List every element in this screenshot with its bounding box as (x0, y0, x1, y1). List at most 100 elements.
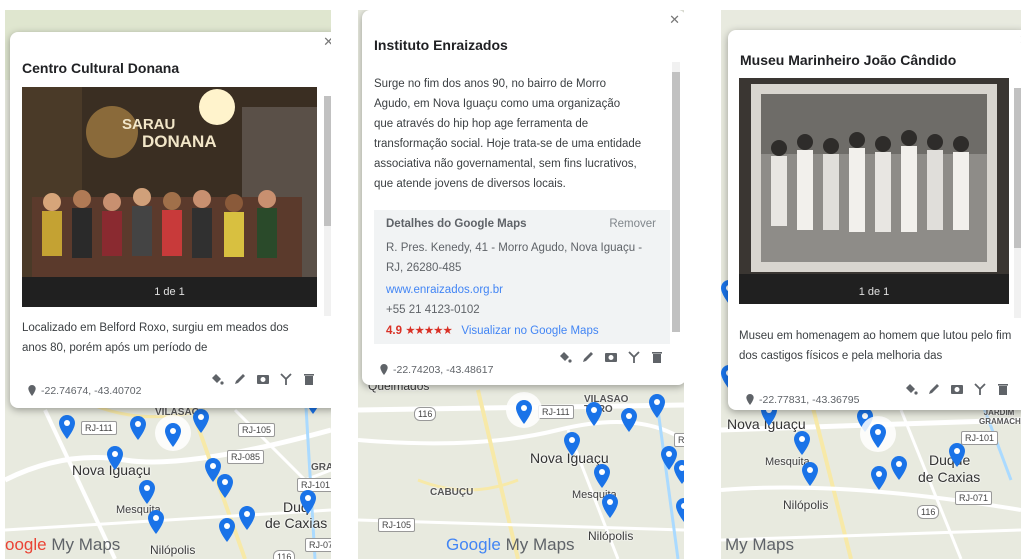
scrollbar-thumb[interactable] (1014, 88, 1021, 248)
place-photo[interactable]: SARAU DONANA 1 de 1 (22, 87, 317, 307)
map-marker-icon[interactable] (148, 510, 164, 534)
address-line-1: R. Pres. Kenedy, 41 - Morro Agudo, Nova … (386, 242, 643, 254)
road-badge: 116 (917, 505, 940, 519)
place-description: Museu em homenagem ao homem que lutou pe… (739, 330, 1012, 362)
road-badge: RJ- (674, 433, 684, 447)
paint-bucket-icon[interactable] (904, 382, 918, 396)
location-pin-icon (746, 394, 754, 408)
map-label-nilopolis: Nilópolis (588, 529, 634, 543)
scrollbar-thumb[interactable] (324, 96, 331, 226)
trash-icon[interactable] (650, 350, 664, 364)
map-marker-icon[interactable] (891, 456, 907, 480)
star-rating-icon: ★★★★★ (405, 325, 453, 337)
map-marker-icon[interactable] (649, 394, 665, 418)
info-card: ✕ Centro Cultural Donana SARAU DONANA 1 … (10, 32, 331, 408)
view-on-google-maps-link[interactable]: Visualizar no Google Maps (461, 325, 598, 337)
svg-text:DONANA: DONANA (142, 132, 217, 151)
coordinates: -22.74203, -43.48617 (380, 364, 493, 378)
website-link[interactable]: www.enraizados.org.br (386, 280, 503, 300)
map-panel-3[interactable]: Nova Iguaçu JARDIM GRAMACHO RJ-101 Mesqu… (721, 10, 1021, 559)
map-marker-icon[interactable] (594, 464, 610, 488)
place-description: Surge no fim dos anos 90, no bairro de M… (374, 78, 642, 190)
card-toolbar (558, 350, 664, 364)
selected-map-marker-icon[interactable] (506, 392, 542, 428)
map-marker-icon[interactable] (219, 518, 235, 542)
map-panel-2[interactable]: Queimados 116 VILASAO TORO RJ-111 RJ- No… (358, 10, 684, 559)
photo-counter: 1 de 1 (858, 286, 890, 298)
info-card: ✕ Museu Marinheiro João Cândido 1 de 1 (728, 30, 1021, 410)
google-my-maps-logo: oogle My Maps (5, 535, 121, 554)
map-marker-icon[interactable] (794, 431, 810, 455)
card-toolbar (210, 372, 316, 386)
coordinates: -22.74674, -43.40702 (28, 385, 141, 399)
scrollbar[interactable] (672, 62, 680, 332)
map-label-jardim-gramacho: JARDIM GRAMACHO (979, 408, 1021, 426)
map-marker-icon[interactable] (564, 432, 580, 456)
card-toolbar (904, 382, 1010, 396)
close-icon[interactable]: ✕ (669, 12, 680, 28)
pencil-icon[interactable] (233, 372, 247, 386)
road-badge: RJ-085 (227, 450, 265, 464)
trash-icon[interactable] (302, 372, 316, 386)
road-badge: RJ-111 (538, 405, 574, 419)
directions-icon[interactable] (627, 350, 641, 364)
map-marker-icon[interactable] (871, 466, 887, 490)
map-label-de-caxias: de Caxias (265, 515, 328, 531)
rating-value: 4.9 (386, 325, 402, 337)
map-marker-icon[interactable] (239, 506, 255, 530)
map-marker-icon[interactable] (621, 408, 637, 432)
pencil-icon[interactable] (581, 350, 595, 364)
scrollbar[interactable] (324, 96, 331, 316)
my-maps-logo: My Maps (725, 535, 794, 554)
address-line-2: RJ, 26280-485 (386, 262, 462, 274)
map-label-gram: GRAM (311, 462, 331, 473)
map-marker-icon[interactable] (300, 490, 316, 514)
camera-icon[interactable] (604, 350, 618, 364)
road-badge: RJ-101 (961, 431, 999, 445)
location-pin-icon (28, 385, 36, 399)
map-marker-icon[interactable] (107, 446, 123, 470)
place-title: Museu Marinheiro João Cândido (740, 52, 957, 68)
map-marker-icon[interactable] (59, 415, 75, 439)
google-maps-details: Detalhes do Google Maps Remover R. Pres.… (374, 210, 670, 344)
location-pin-icon (380, 364, 388, 378)
map-marker-icon[interactable] (802, 462, 818, 486)
coordinates-text: -22.77831, -43.36795 (759, 394, 860, 406)
directions-icon[interactable] (973, 382, 987, 396)
directions-icon[interactable] (279, 372, 293, 386)
close-icon[interactable]: ✕ (323, 34, 331, 50)
camera-icon[interactable] (256, 372, 270, 386)
map-marker-icon[interactable] (139, 480, 155, 504)
scrollbar-thumb[interactable] (672, 72, 680, 332)
selected-map-marker-icon[interactable] (860, 416, 896, 452)
paint-bucket-icon[interactable] (558, 350, 572, 364)
rating-row: 4.9 ★★★★★ Visualizar no Google Maps (386, 321, 599, 341)
details-heading: Detalhes do Google Maps (386, 218, 527, 230)
trash-icon[interactable] (996, 382, 1010, 396)
remove-button[interactable]: Remover (609, 218, 656, 230)
coordinates-text: -22.74203, -43.48617 (393, 364, 494, 376)
map-marker-icon[interactable] (674, 460, 684, 484)
coordinates-text: -22.74674, -43.40702 (41, 385, 142, 397)
paint-bucket-icon[interactable] (210, 372, 224, 386)
phone-number: +55 21 4123-0102 (386, 304, 480, 316)
map-marker-icon[interactable] (217, 474, 233, 498)
map-label-nilopolis: Nilópolis (150, 543, 196, 557)
scrollbar[interactable] (1014, 88, 1021, 318)
pencil-icon[interactable] (927, 382, 941, 396)
map-panel-1[interactable]: VILASAO RJ-111 RJ-105 RJ-085 Nova Iguaçu… (5, 10, 331, 559)
map-marker-icon[interactable] (193, 409, 209, 433)
map-marker-icon[interactable] (586, 402, 602, 426)
coordinates: -22.77831, -43.36795 (746, 394, 859, 408)
svg-text:SARAU: SARAU (122, 116, 175, 133)
place-photo[interactable]: 1 de 1 (739, 78, 1009, 304)
camera-icon[interactable] (950, 382, 964, 396)
map-marker-icon[interactable] (130, 416, 146, 440)
map-marker-icon[interactable] (676, 498, 684, 522)
map-marker-icon[interactable] (602, 494, 618, 518)
map-label-cabucu: CABUÇU (430, 487, 474, 498)
map-marker-icon[interactable] (949, 443, 965, 467)
selected-map-marker-icon[interactable] (155, 415, 191, 451)
place-description: Localizado em Belford Roxo, surgiu em me… (22, 322, 289, 354)
road-badge: 116 (414, 407, 437, 421)
